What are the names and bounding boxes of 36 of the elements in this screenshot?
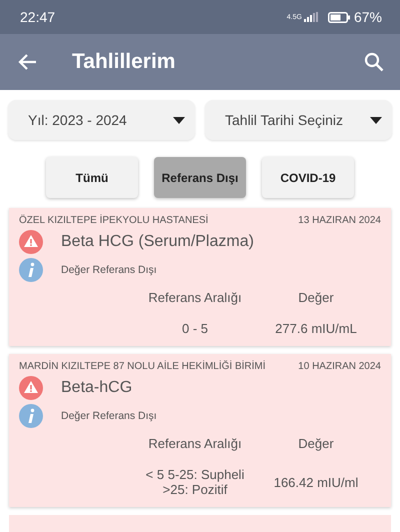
back-button[interactable]	[18, 52, 38, 72]
result-card[interactable]: ÖZEL KIZILTEPE İPEKYOLU HASTANESİ 13 HAZIRAN 2024 Beta HCG (Serum/Plazma) Değer Referans Dışı Referans Aralığı Değer 0 - 5 277.6 mIU/mL	[9, 208, 391, 346]
dropdown[interactable]: Tahlil Tarihi Seçiniz	[205, 100, 392, 140]
status-time: 22:47	[20, 9, 56, 25]
warning-icon	[19, 376, 43, 400]
result-value: 166.42 mIU/ml	[272, 474, 360, 490]
test-name: Beta-hCG	[61, 379, 132, 397]
reference-range: 0 - 5	[180, 321, 209, 336]
info-icon	[19, 258, 43, 282]
status-text: Değer Referans Dışı	[61, 264, 157, 276]
filter-button[interactable]: Referans Dışı	[154, 157, 246, 198]
test-name: Beta HCG (Serum/Plazma)	[61, 233, 254, 251]
institution-name: MARDİN KIZILTEPE 87 NOLU AİLE HEKİMLİĞİ BİRİMİ	[19, 361, 266, 372]
status-text: Değer Referans Dışı	[61, 410, 157, 422]
column-header: Değer	[297, 436, 335, 451]
institution-name: ÖZEL KIZILTEPE İPEKYOLU HASTANESİ	[19, 215, 208, 226]
caret-icon	[173, 116, 185, 124]
search-button[interactable]	[364, 52, 384, 72]
filter-button[interactable]: Tümü	[46, 157, 138, 198]
column-header: Değer	[297, 290, 335, 305]
result-date: 10 HAZIRAN 2024	[298, 361, 381, 372]
filter-button[interactable]: COVID-19	[262, 157, 354, 198]
battery-icon	[328, 12, 350, 22]
info-icon	[19, 404, 43, 428]
result-value: 277.6 mIU/mL	[274, 321, 358, 336]
screen-title: Tahlillerim	[72, 50, 176, 74]
battery-percent: 67%	[354, 9, 382, 25]
reference-range: < 5 5-25: Supheli >25: Pozitif	[144, 467, 246, 497]
column-header: Referans Aralığı	[147, 290, 243, 305]
result-card[interactable]: MARDİN KIZILTEPE 87 NOLU AİLE HEKİMLİĞİ BİRİMİ 10 HAZIRAN 2024 Beta-hCG Değer Referans Dışı Referans Aralığı Değer < 5 5-25: Supheli >25: Pozitif 166.42 mIU/ml	[9, 354, 391, 507]
dropdown[interactable]: Yıl: 2023 - 2024	[8, 100, 195, 140]
caret-icon	[370, 116, 382, 124]
result-date: 13 HAZIRAN 2024	[298, 215, 381, 226]
column-header: Referans Aralığı	[147, 436, 243, 451]
warning-icon	[19, 230, 43, 254]
signal-icon	[304, 12, 320, 22]
